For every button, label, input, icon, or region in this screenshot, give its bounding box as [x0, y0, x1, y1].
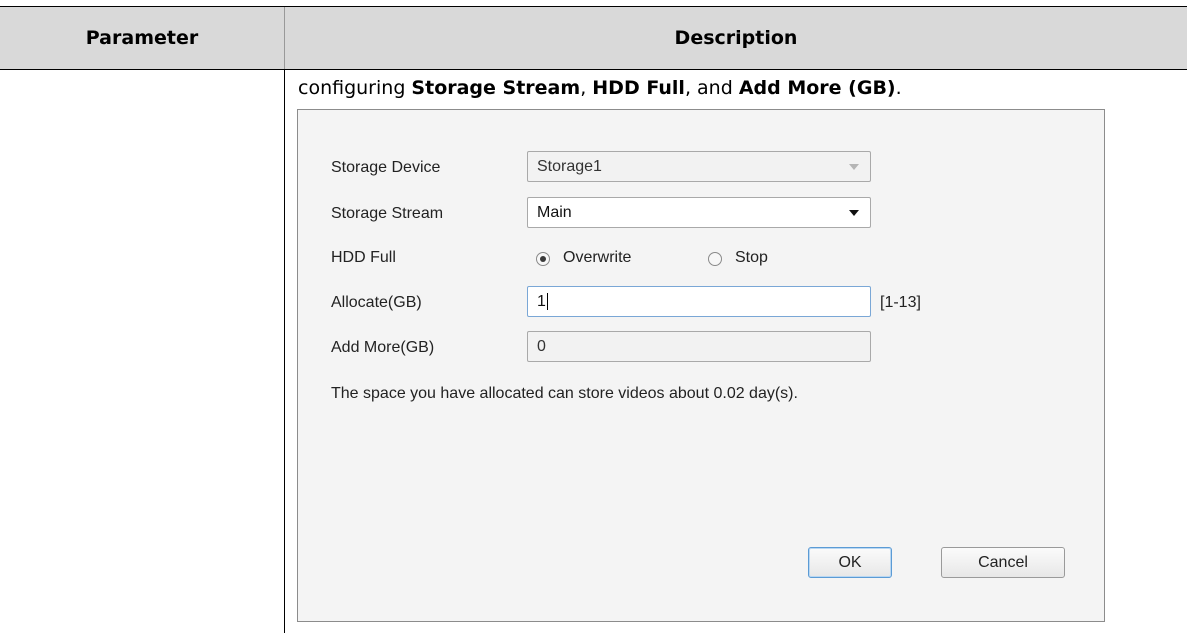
text-cursor: [546, 293, 548, 311]
allocate-range-hint: [1-13]: [880, 294, 921, 311]
table-header-row: Parameter Description: [0, 6, 1187, 70]
intro-sep2: , and: [684, 77, 739, 99]
description-column-header: Description: [674, 27, 798, 49]
chevron-down-icon: [849, 164, 859, 170]
chevron-down-icon: [849, 210, 859, 216]
overwrite-radio-label[interactable]: Overwrite: [563, 249, 631, 267]
parameter-description-table: Parameter Description configuring Storag…: [0, 0, 1187, 633]
intro-sep1: ,: [580, 77, 593, 99]
term-hdd-full: HDD Full: [592, 77, 685, 99]
cancel-button[interactable]: Cancel: [941, 547, 1065, 578]
allocate-label: Allocate(GB): [331, 294, 422, 311]
intro-suffix: .: [895, 77, 902, 99]
ok-button[interactable]: OK: [808, 547, 892, 578]
storage-device-value: Storage1: [537, 158, 602, 175]
storage-stream-value: Main: [537, 204, 572, 221]
term-storage-stream: Storage Stream: [411, 77, 581, 99]
add-more-input: 0: [527, 331, 871, 362]
storage-device-select: Storage1: [527, 151, 871, 182]
overwrite-radio[interactable]: [536, 252, 550, 266]
allocate-input[interactable]: 1: [527, 286, 871, 317]
stop-radio[interactable]: [708, 252, 722, 266]
parameter-column-header: Parameter: [85, 27, 199, 49]
storage-estimate-note: The space you have allocated can store v…: [331, 385, 798, 402]
storage-stream-label: Storage Stream: [331, 205, 444, 222]
storage-settings-dialog: Storage Device Storage1 Storage Stream M…: [297, 109, 1105, 622]
hdd-full-label: HDD Full: [331, 249, 396, 266]
storage-device-label: Storage Device: [331, 159, 441, 176]
term-add-more: Add More (GB): [738, 77, 896, 99]
add-more-value: 0: [537, 338, 546, 355]
column-divider: [284, 70, 285, 633]
storage-stream-select[interactable]: Main: [527, 197, 871, 228]
allocate-value: 1: [537, 293, 546, 310]
stop-radio-label[interactable]: Stop: [735, 249, 768, 267]
intro-prefix: configuring: [298, 77, 412, 99]
add-more-label: Add More(GB): [331, 339, 435, 356]
description-text: configuring Storage Stream, HDD Full, an…: [298, 74, 902, 102]
